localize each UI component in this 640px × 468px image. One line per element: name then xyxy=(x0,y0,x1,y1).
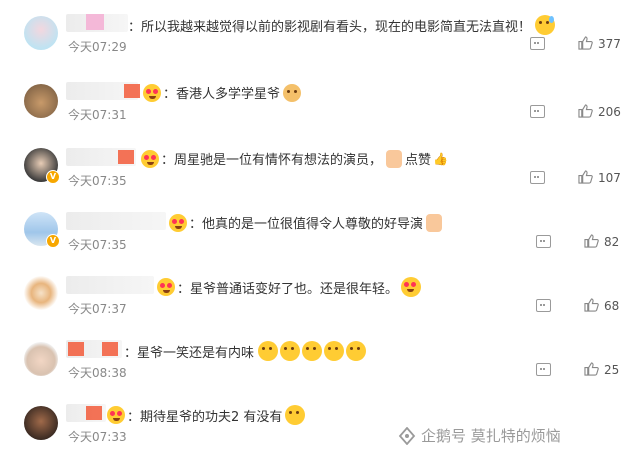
heart-eyes-icon xyxy=(141,149,159,168)
comment-text: ：期待星爷的功夫2 有没有 xyxy=(127,409,283,425)
comment-item: ：香港人多学学星爷 今天07:31 206 xyxy=(0,82,640,146)
like-icon[interactable] xyxy=(584,298,599,312)
reply-icon[interactable] xyxy=(536,235,551,248)
heart-eyes-icon xyxy=(143,83,161,102)
comment-text: ：星爷一笑还是有内味 xyxy=(124,345,255,361)
watermark-text: 企鹅号 莫扎特的烦恼 xyxy=(421,427,561,445)
thumbs-up-icon xyxy=(426,213,443,232)
redaction-mark xyxy=(86,406,102,420)
like-icon[interactable] xyxy=(584,362,599,376)
comment-text: ：他真的是一位很值得令人尊敬的好导演 xyxy=(189,217,424,232)
comment-item: V ：周星驰是一位有情怀有想法的演员， 点赞 👍 今天07:35 107 xyxy=(0,148,640,212)
comment-suffix: 点赞 xyxy=(405,153,432,168)
comment-time: 今天07:37 xyxy=(68,302,127,316)
comment-text: ：香港人多学学星爷 xyxy=(163,87,281,102)
heart-eyes-icon xyxy=(107,406,125,424)
like-count: 82 xyxy=(604,235,620,249)
comment-text-line: ：香港人多学学星爷 xyxy=(142,83,302,102)
reply-icon[interactable] xyxy=(536,299,551,312)
crying-face-icon xyxy=(346,341,367,361)
like-count: 377 xyxy=(598,37,621,51)
verified-badge-icon: V xyxy=(46,234,60,248)
like-count: 107 xyxy=(598,171,621,185)
crying-face-icon xyxy=(324,341,345,361)
like-count: 25 xyxy=(604,363,620,377)
comment-time: 今天07:33 xyxy=(68,430,127,444)
comment-text-line: ：所以我越来越觉得以前的影视剧有看头，现在的电影简直无法直视！ xyxy=(128,15,556,35)
redaction-mark xyxy=(118,150,134,164)
thumbs-up-small-icon: 👍 xyxy=(433,151,448,166)
like-icon[interactable] xyxy=(584,234,599,248)
like-count: 68 xyxy=(604,299,620,313)
reply-icon[interactable] xyxy=(530,37,545,50)
sweat-face-icon xyxy=(535,15,556,35)
comment-time: 今天07:31 xyxy=(68,108,127,122)
comment-text-line: ：他真的是一位很值得令人尊敬的好导演 xyxy=(168,213,443,232)
comment-item: ：所以我越来越觉得以前的影视剧有看头，现在的电影简直无法直视！ 今天07:29 … xyxy=(0,14,640,78)
comment-text: ：星爷普通话变好了也。还是很年轻。 xyxy=(177,281,399,297)
heart-eyes-icon xyxy=(401,277,422,297)
username-redacted[interactable] xyxy=(66,276,154,294)
watermark: 企鹅号 莫扎特的烦恼 xyxy=(398,425,561,446)
redaction-mark xyxy=(68,342,84,356)
comment-item: V ：他真的是一位很值得令人尊敬的好导演 今天07:35 82 xyxy=(0,212,640,276)
like-icon[interactable] xyxy=(578,170,593,184)
reply-icon[interactable] xyxy=(530,105,545,118)
comment-text-line: ：期待星爷的功夫2 有没有 xyxy=(106,405,306,425)
penguin-logo-icon xyxy=(398,426,416,445)
comment-text-line: ：星爷普通话变好了也。还是很年轻。 xyxy=(156,277,422,297)
avatar[interactable] xyxy=(24,276,58,310)
crying-face-icon xyxy=(302,341,323,361)
like-icon[interactable] xyxy=(578,104,593,118)
comment-text-line: ：周星驰是一位有情怀有想法的演员， 点赞 👍 xyxy=(140,149,448,168)
comment-item: ：星爷普通话变好了也。还是很年轻。 今天07:37 68 xyxy=(0,276,640,340)
comment-time: 今天08:38 xyxy=(68,366,127,380)
avatar[interactable] xyxy=(24,406,58,440)
redaction-mark xyxy=(102,342,118,356)
reply-icon[interactable] xyxy=(530,171,545,184)
reply-icon[interactable] xyxy=(536,363,551,376)
redaction-mark xyxy=(86,14,104,30)
crying-face-icon xyxy=(285,405,306,425)
heart-eyes-icon xyxy=(157,278,175,296)
comment-text: ：周星驰是一位有情怀有想法的演员， xyxy=(161,153,383,168)
comment-time: 今天07:35 xyxy=(68,174,127,188)
comment-text-line: ：星爷一笑还是有内味 xyxy=(124,341,367,361)
doge-face-icon xyxy=(283,83,302,102)
like-count: 206 xyxy=(598,105,621,119)
comment-time: 今天07:29 xyxy=(68,40,127,54)
like-icon[interactable] xyxy=(578,36,593,50)
verified-badge-icon: V xyxy=(46,170,60,184)
comment-item: ：星爷一笑还是有内味 今天08:38 25 xyxy=(0,340,640,404)
crying-face-icon xyxy=(280,341,301,361)
redaction-mark xyxy=(124,84,140,98)
avatar[interactable] xyxy=(24,342,58,376)
crying-face-icon xyxy=(258,341,279,361)
comment-text: ：所以我越来越觉得以前的影视剧有看头，现在的电影简直无法直视！ xyxy=(128,19,532,35)
avatar[interactable] xyxy=(24,16,58,50)
username-redacted[interactable] xyxy=(66,212,166,230)
thumbs-up-icon xyxy=(386,149,403,168)
comment-time: 今天07:35 xyxy=(68,238,127,252)
heart-eyes-icon xyxy=(169,213,187,232)
avatar[interactable] xyxy=(24,84,58,118)
